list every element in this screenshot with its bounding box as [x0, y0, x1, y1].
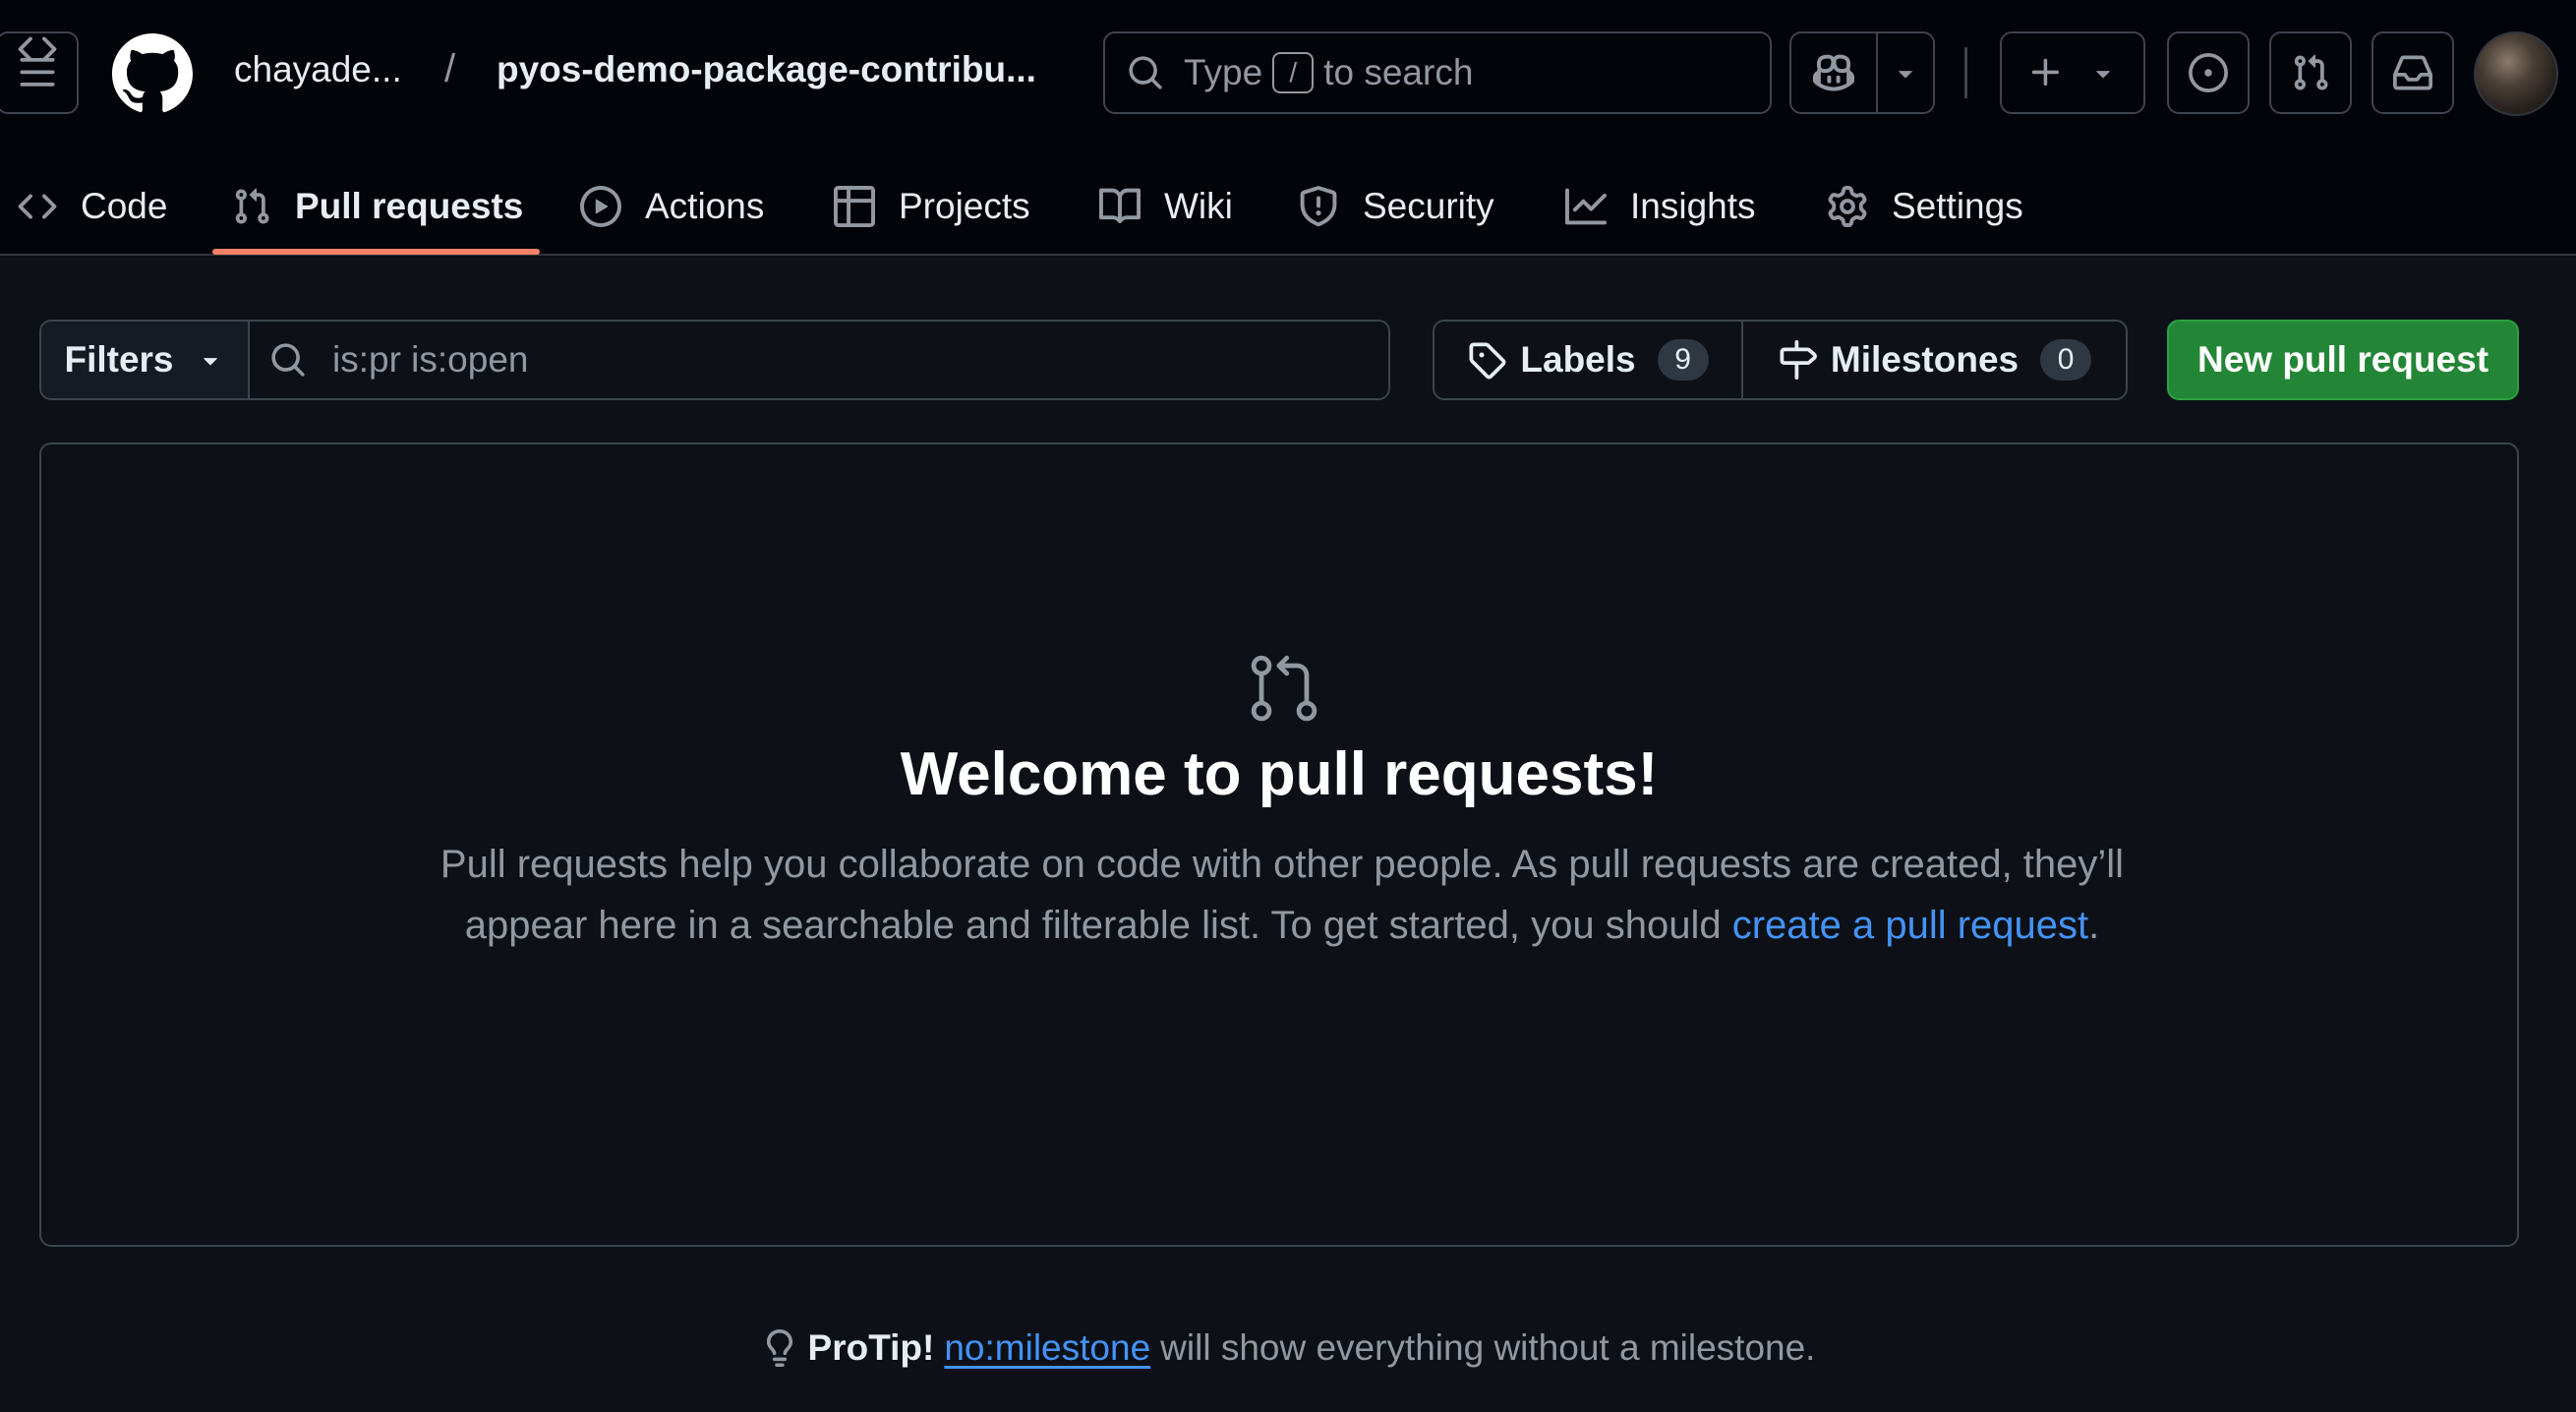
shield-icon	[1300, 186, 1337, 227]
protip-text: will show everything without a milestone…	[1160, 1327, 1816, 1368]
copilot-icon	[1813, 54, 1854, 91]
user-avatar[interactable]	[2474, 31, 2558, 116]
github-logo[interactable]	[112, 33, 193, 114]
tab-label: Code	[81, 186, 168, 226]
code-icon	[18, 36, 57, 62]
new-pull-request-button[interactable]: New pull request	[2167, 320, 2519, 400]
tab-label: Projects	[899, 186, 1030, 226]
play-icon	[580, 186, 621, 227]
search-shortcut-key: /	[1272, 52, 1315, 93]
filters-label: Filters	[64, 339, 174, 380]
copilot-menu-button[interactable]	[1878, 33, 1933, 112]
copilot-button-group	[1789, 31, 1935, 114]
git-pull-request-icon	[235, 188, 269, 224]
tab-projects[interactable]: Projects	[834, 157, 1030, 256]
tab-label: Insights	[1630, 186, 1756, 226]
pr-search-value: is:pr is:open	[332, 339, 529, 380]
graph-icon	[1565, 188, 1607, 225]
notifications-button[interactable]	[2371, 31, 2454, 114]
tab-code[interactable]	[0, 0, 57, 98]
your-issues-button[interactable]	[2167, 31, 2250, 114]
code-icon	[18, 194, 57, 219]
tab-wiki[interactable]: Wiki	[1099, 157, 1233, 256]
tab-label: Settings	[1892, 186, 2023, 226]
header-divider	[1964, 47, 1967, 98]
pr-filter-bar: Filters is:pr is:open	[39, 320, 1390, 400]
plus-icon	[2031, 58, 2060, 87]
milestones-count: 0	[2040, 339, 2092, 381]
light-bulb-icon	[766, 1329, 792, 1367]
breadcrumb-separator: /	[444, 47, 456, 90]
blankslate-description: Pull requests help you collaborate on co…	[407, 834, 2157, 956]
tab-security[interactable]: Security	[1298, 157, 1494, 256]
breadcrumb-repo[interactable]: pyos-demo-package-contribu...	[497, 49, 1036, 90]
pull-requests-blankslate: Welcome to pull requests! Pull requests …	[39, 442, 2519, 1247]
milestone-icon	[1780, 340, 1817, 380]
issue-opened-icon	[2189, 53, 2228, 92]
triangle-down-icon	[203, 358, 217, 366]
search-icon	[1129, 56, 1162, 89]
tag-icon	[1469, 342, 1506, 380]
gear-icon	[1828, 186, 1867, 227]
filters-button[interactable]: Filters	[41, 322, 250, 398]
search-icon	[271, 343, 305, 377]
blankslate-period: .	[2088, 904, 2100, 947]
triangle-down-icon	[1899, 71, 1912, 79]
tab-pull-requests[interactable]: Pull requests	[232, 157, 523, 256]
tab-insights[interactable]: Insights	[1565, 157, 1756, 256]
no-milestone-link[interactable]: no:milestone	[944, 1327, 1150, 1369]
protip-lead: ProTip!	[807, 1327, 935, 1368]
pr-search-input[interactable]: is:pr is:open	[250, 322, 1388, 398]
labels-label: Labels	[1520, 339, 1636, 380]
tab-settings[interactable]: Settings	[1827, 157, 2023, 256]
triangle-down-icon	[2096, 71, 2110, 79]
milestones-label: Milestones	[1830, 339, 2020, 380]
tab-label: Security	[1363, 186, 1494, 226]
tab-label: Actions	[645, 186, 765, 226]
git-pull-request-icon	[1251, 655, 1317, 722]
active-tab-indicator	[212, 249, 540, 255]
book-icon	[1099, 188, 1141, 224]
blankslate-title: Welcome to pull requests!	[900, 740, 1659, 808]
table-icon	[834, 186, 875, 227]
create-new-button[interactable]	[2000, 31, 2145, 114]
labels-count: 9	[1657, 339, 1709, 381]
tab-label: Wiki	[1164, 186, 1233, 226]
milestones-button[interactable]: Milestones 0	[1743, 322, 2126, 398]
search-suffix: to search	[1323, 52, 1474, 92]
labels-milestones-group: Labels 9 Milestones 0	[1433, 320, 2128, 400]
tab-actions[interactable]: Actions	[580, 157, 764, 256]
global-search-button[interactable]: Type / to search	[1103, 31, 1772, 114]
inbox-icon	[2393, 55, 2432, 90]
tab-code[interactable]: Code	[18, 157, 167, 256]
breadcrumb-owner[interactable]: chayade...	[234, 49, 402, 90]
create-pull-request-link[interactable]: create a pull request	[1732, 904, 2088, 947]
protip: ProTip! no:milestone will show everythin…	[0, 1327, 2576, 1369]
copilot-button[interactable]	[1791, 33, 1878, 112]
your-pull-requests-button[interactable]	[2269, 31, 2352, 114]
tab-label: Pull requests	[295, 186, 524, 226]
git-pull-request-icon	[2294, 54, 2328, 90]
labels-button[interactable]: Labels 9	[1434, 322, 1743, 398]
search-prefix: Type	[1184, 52, 1263, 92]
